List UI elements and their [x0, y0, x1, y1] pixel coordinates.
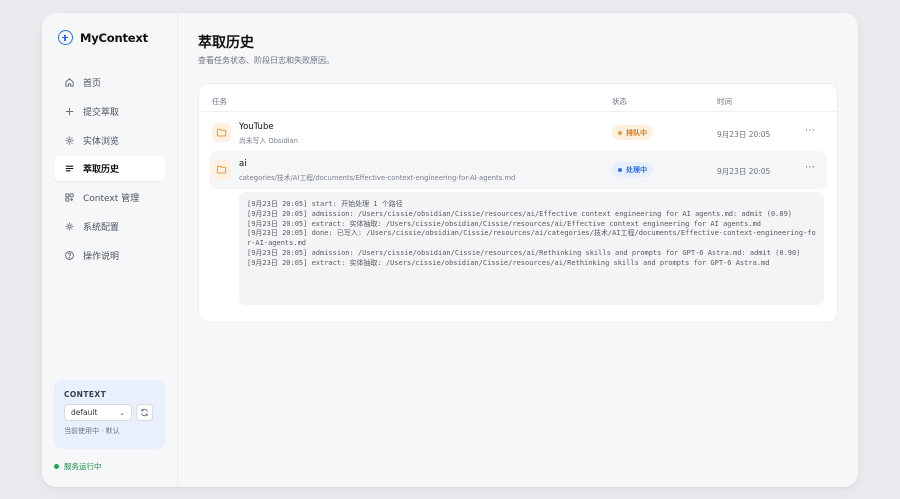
- status-badge-label: 排队中: [626, 128, 647, 137]
- status-badge-label: 处理中: [626, 165, 647, 174]
- task-log: [9月23日 20:05] start: 开始处理 1 个路径 [9月23日 2…: [239, 192, 824, 305]
- sidebar-item-label: 实体浏览: [83, 136, 120, 147]
- table-row[interactable]: ai categories/技术/AI工程/documents/Effectiv…: [209, 151, 827, 189]
- more-options-icon[interactable]: ⋯: [805, 125, 816, 136]
- context-select[interactable]: default ⌄: [64, 404, 132, 421]
- help-icon: [64, 250, 75, 261]
- history-table: 任务 状态 时间 YouTube 尚未写入 Obsidian 排队中 9月23日…: [198, 83, 838, 323]
- plus-icon: [64, 106, 75, 117]
- log-line: [9月23日 20:05] extract: 实体抽取: /Users/ciss…: [247, 219, 762, 228]
- service-status-label: 服务运行中: [64, 462, 102, 471]
- log-line: [9月23日 20:05] admission: /Users/cissie/o…: [247, 209, 793, 218]
- folder-icon: [212, 160, 231, 179]
- column-header-task: 任务: [212, 97, 227, 106]
- sidebar-item-home[interactable]: 首页: [54, 70, 166, 95]
- service-status: 服务运行中: [54, 461, 102, 472]
- sidebar-item-help[interactable]: 操作说明: [54, 243, 166, 268]
- refresh-icon: [141, 408, 148, 417]
- sidebar-item-settings[interactable]: 系统配置: [54, 214, 166, 239]
- context-card: CONTEXT default ⌄ 当前使用中 · 默认: [54, 380, 165, 449]
- sidebar-item-label: 提交萃取: [83, 107, 120, 118]
- home-icon: [64, 77, 75, 88]
- sidebar-item-context[interactable]: Context 管理: [54, 185, 166, 210]
- page-subtitle: 查看任务状态、阶段日志和失败原因。: [198, 56, 334, 65]
- status-dot-icon: [54, 464, 59, 469]
- task-name: ai: [239, 159, 247, 169]
- grid-icon: [64, 192, 75, 203]
- status-dot-icon: [618, 167, 622, 172]
- page-title: 萃取历史: [198, 35, 254, 51]
- column-header-status: 状态: [612, 97, 627, 106]
- main-content: 萃取历史 查看任务状态、阶段日志和失败原因。 任务 状态 时间 YouTube …: [178, 13, 858, 487]
- log-line: [9月23日 20:05] done: 已写入: /Users/cissie/o…: [247, 229, 816, 248]
- status-dot-icon: [618, 130, 622, 135]
- context-select-value: default: [71, 408, 98, 417]
- sidebar-item-entities[interactable]: 实体浏览: [54, 128, 166, 153]
- app-name: MyContext: [80, 30, 148, 45]
- column-header-time: 时间: [717, 97, 732, 106]
- refresh-button[interactable]: [136, 404, 153, 421]
- sidebar-item-label: 系统配置: [83, 222, 120, 233]
- more-options-icon[interactable]: ⋯: [805, 162, 816, 173]
- logo-plus-icon: [58, 30, 73, 45]
- context-note: 当前使用中 · 默认: [64, 427, 120, 435]
- chevron-down-icon: ⌄: [119, 408, 125, 417]
- table-header: 任务 状态 时间: [199, 84, 837, 112]
- task-name: YouTube: [239, 122, 274, 132]
- status-badge: 处理中: [612, 162, 653, 177]
- app-window: MyContext 首页 提交萃取 实体浏览 萃取历史 Context 管理 系…: [42, 13, 858, 487]
- list-icon: [64, 163, 75, 174]
- task-time: 9月23日 20:05: [717, 167, 771, 176]
- sidebar-item-label: 萃取历史: [83, 165, 120, 176]
- log-line: [9月23日 20:05] start: 开始处理 1 个路径: [247, 200, 403, 208]
- task-time: 9月23日 20:05: [717, 130, 771, 139]
- status-badge: 排队中: [612, 125, 653, 140]
- sidebar-item-submit[interactable]: 提交萃取: [54, 99, 166, 124]
- table-row[interactable]: YouTube 尚未写入 Obsidian 排队中 9月23日 20:05 ⋯: [209, 114, 827, 152]
- task-detail: categories/技术/AI工程/documents/Effective-c…: [239, 174, 516, 182]
- sparkle-icon: [64, 135, 75, 146]
- log-line: [9月23日 20:05] admission: /Users/cissie/o…: [247, 248, 801, 257]
- sidebar-item-history[interactable]: 萃取历史: [54, 156, 166, 182]
- gear-icon: [64, 221, 75, 232]
- task-detail: 尚未写入 Obsidian: [239, 137, 299, 145]
- sidebar-nav: 首页 提交萃取 实体浏览 萃取历史 Context 管理 系统配置 操作说明: [54, 70, 166, 272]
- log-line: [9月23日 20:05] extract: 实体抽取: /Users/ciss…: [247, 258, 770, 267]
- brand[interactable]: MyContext: [58, 30, 148, 45]
- context-title: CONTEXT: [64, 390, 107, 399]
- sidebar-item-label: Context 管理: [83, 194, 140, 205]
- folder-icon: [212, 123, 231, 142]
- sidebar-item-label: 操作说明: [83, 251, 120, 262]
- sidebar-item-label: 首页: [83, 79, 102, 89]
- sidebar: MyContext 首页 提交萃取 实体浏览 萃取历史 Context 管理 系…: [42, 13, 178, 487]
